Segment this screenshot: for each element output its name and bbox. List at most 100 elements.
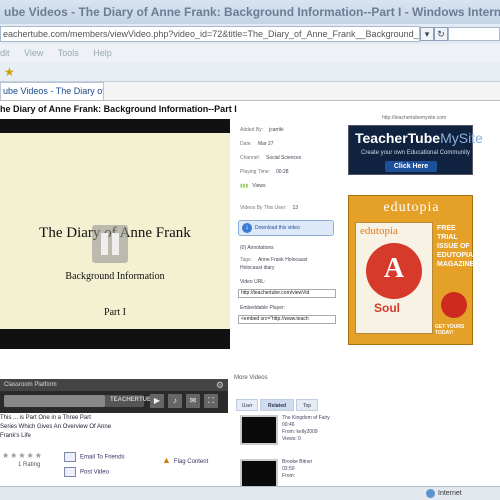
channel-key: Channel: [240, 155, 261, 161]
more-videos-tabs: User Related Top [234, 399, 334, 411]
address-dropdown-button[interactable]: ▾ [420, 27, 434, 41]
videos-by-user-value[interactable]: 13 [293, 205, 299, 211]
progress-fill [4, 395, 105, 407]
related-video-views: Views: 0 [282, 436, 301, 442]
channel-value[interactable]: Social Sciences [266, 155, 301, 161]
views-row: ▮▮▮ Views [240, 183, 266, 189]
controls-header: Classroom Platform ⚙ [0, 379, 228, 391]
rating-count: 1 Rating [18, 462, 41, 468]
video-frame[interactable]: The Diary of Anne Frank Background Infor… [0, 133, 230, 329]
edutopia-logo: edutopia [383, 200, 440, 215]
menu-view[interactable]: View [24, 48, 43, 58]
videos-by-user-row: Videos By This User: 13 [240, 205, 298, 211]
email-to-friends-link[interactable]: Email To Friends [64, 452, 125, 462]
ad-promo-text: FREE TRIAL ISSUE OF EDUTOPIA MAGAZINE [437, 225, 475, 268]
tab-related[interactable]: Related [260, 399, 294, 411]
share-icon[interactable]: ✉ [186, 394, 200, 408]
post-video-link[interactable]: Post Video [64, 467, 109, 477]
controls-label: Classroom Platform [4, 382, 57, 388]
videos-by-user-key: Videos By This User: [240, 205, 287, 211]
menu-help[interactable]: Help [93, 48, 112, 58]
art-letter: A [383, 253, 405, 284]
tags-value[interactable]: Anne Frank Holocaust [258, 257, 307, 263]
player-controls: Classroom Platform ⚙ TEACHERTUBE ▶ ♪ ✉ ⛶ [0, 379, 228, 413]
channel-row: Channel: Social Sciences [240, 155, 301, 161]
address-bar[interactable]: eachertube.com/members/viewVideo.php?vid… [0, 26, 420, 42]
video-url-field[interactable]: http://teachertube.com/viewVid [238, 289, 336, 298]
video-subtitle-text: Background Information [65, 271, 165, 282]
added-by-value[interactable]: jcarriki [269, 127, 283, 133]
description-line: Series Which Gives An Overview Of Anne [0, 424, 112, 430]
apple-icon [441, 292, 467, 318]
related-video-length: 03:50 [282, 466, 295, 472]
play-icon[interactable]: ▶ [150, 394, 164, 408]
favorites-star-icon[interactable]: ★ [4, 65, 15, 79]
menu-bar: dit View Tools Help [0, 44, 500, 62]
download-label: Download this video [255, 225, 300, 231]
related-video-info[interactable]: Brooke Bitner 03:50 From: [282, 459, 312, 480]
ad-brand-suffix: MySite [440, 130, 483, 146]
gear-icon[interactable]: ⚙ [216, 379, 224, 391]
related-video-from: From: kelly2009 [282, 429, 318, 435]
page-content: he Diary of Anne Frank: Background Infor… [0, 100, 500, 489]
playing-time-key: Playing Time: [240, 169, 271, 175]
magazine-logo: edutopia [360, 225, 398, 237]
ad-cta[interactable]: GET YOURS TODAY! [435, 324, 472, 336]
warning-icon: ▲ [162, 455, 171, 465]
volume-icon[interactable]: ♪ [168, 394, 182, 408]
post-label: Post Video [80, 469, 109, 476]
ad-click-button[interactable]: Click Here [385, 161, 437, 172]
tags-row-2[interactable]: Holocaust diary [240, 265, 274, 271]
ad-brand: TeacherTubeMySite [355, 130, 483, 146]
menu-edit[interactable]: dit [0, 48, 10, 58]
embed-field[interactable]: <embed src="http://www.teach [238, 315, 336, 324]
refresh-button[interactable]: ↻ [434, 27, 448, 41]
address-row: eachertube.com/members/viewVideo.php?vid… [0, 24, 500, 44]
email-label: Email To Friends [80, 454, 125, 461]
related-video-title: Brooke Bitner [282, 459, 313, 465]
tab-user[interactable]: User [236, 399, 258, 411]
globe-icon [426, 489, 435, 498]
email-icon [64, 452, 76, 462]
video-player[interactable]: The Diary of Anne Frank Background Infor… [0, 119, 230, 349]
browser-tab[interactable]: ube Videos - The Diary of A... [0, 82, 104, 100]
tab-top[interactable]: Top [296, 399, 318, 411]
video-url-label: Video URL: [240, 279, 266, 285]
related-video-from: From: [282, 473, 296, 479]
playing-time-row: Playing Time: 00:28 [240, 169, 289, 175]
menu-tools[interactable]: Tools [58, 48, 79, 58]
ad-brand-name: TeacherTube [355, 130, 441, 146]
video-description: This ... is Part One in a Three Part Ser… [0, 414, 228, 441]
ad-url[interactable]: http://teachertubemysite.com [382, 115, 446, 121]
teachertube-mysite-ad[interactable]: TeacherTubeMySite Create your own Educat… [348, 125, 483, 175]
date-value: Mar 27 [257, 141, 274, 147]
added-by-row: Added By: jcarriki [240, 127, 284, 133]
flag-content-link[interactable]: ▲ Flag Content [162, 455, 208, 465]
video-part-text: Part I [104, 307, 126, 318]
date-row: Date: Mar 27 [240, 141, 274, 147]
fullscreen-icon[interactable]: ⛶ [204, 394, 218, 408]
download-button[interactable]: ↓ Download this video [238, 220, 334, 236]
tags-row: Tags: Anne Frank Holocaust [240, 257, 307, 263]
pause-icon[interactable] [92, 225, 128, 263]
art-circle-icon: A [366, 243, 422, 299]
search-box[interactable] [448, 27, 500, 41]
window-title: ube Videos - The Diary of Anne Frank: Ba… [0, 0, 500, 24]
related-video-thumbnail[interactable] [240, 415, 278, 445]
added-by-key: Added By: [240, 127, 264, 133]
embed-label: Embeddable Player: [240, 305, 286, 311]
edutopia-ad[interactable]: edutopia edutopia A Soul FREE TRIAL ISSU… [348, 195, 475, 345]
more-videos-heading: More Videos [234, 375, 268, 381]
security-zone: Internet [438, 490, 462, 497]
flag-label: Flag Content [173, 459, 209, 465]
status-bar: Internet [0, 486, 500, 500]
views-label: Views [252, 183, 266, 189]
rating-stars[interactable]: ★★★★★ [2, 451, 43, 460]
related-video-info[interactable]: The Kingdom of Fairy 00:46 From: kelly20… [282, 415, 330, 443]
related-video-title: The Kingdom of Fairy [282, 415, 330, 421]
tags-key: Tags: [240, 257, 252, 263]
post-icon [64, 467, 76, 477]
player-brand-logo: TEACHERTUBE [110, 397, 156, 403]
related-video-thumbnail[interactable] [240, 459, 278, 489]
annotations-link[interactable]: (0) Annotations [240, 245, 274, 251]
